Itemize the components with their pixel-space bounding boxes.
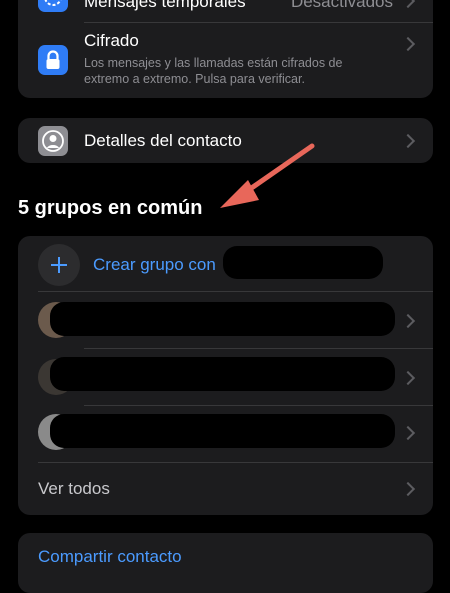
temporary-messages-label: Mensajes temporales	[84, 0, 246, 11]
annotation-arrow-icon	[220, 143, 315, 208]
redacted-group-name	[50, 414, 395, 448]
person-circle-icon	[38, 126, 68, 156]
chevron-right-icon	[400, 36, 416, 52]
redacted-group-name	[50, 357, 395, 391]
encryption-row[interactable]: Cifrado Los mensajes y las llamadas está…	[18, 23, 433, 98]
lock-icon	[38, 45, 68, 75]
chevron-right-icon	[400, 481, 416, 497]
chevron-right-icon	[400, 0, 416, 9]
create-group-label: Crear grupo con	[93, 255, 216, 274]
see-all-row[interactable]: Ver todos	[18, 463, 433, 515]
group-list-item[interactable]	[18, 349, 433, 405]
add-icon	[38, 244, 80, 286]
groups-in-common-heading: 5 grupos en común	[18, 197, 203, 219]
redacted-name	[223, 246, 383, 279]
chevron-right-icon	[400, 425, 416, 441]
temporary-messages-row[interactable]: Mensajes temporales Desactivados	[18, 0, 433, 22]
chevron-right-icon	[400, 370, 416, 386]
timer-icon	[38, 0, 68, 12]
redacted-group-name	[50, 302, 395, 336]
group-list-item[interactable]	[18, 406, 433, 462]
chevron-right-icon	[400, 313, 416, 329]
temporary-messages-value: Desactivados	[290, 0, 393, 11]
encryption-description: Los mensajes y las llamadas están cifrad…	[84, 56, 343, 86]
encryption-title: Cifrado	[84, 31, 139, 50]
chat-settings-card: Mensajes temporales Desactivados Cifrado…	[18, 0, 433, 98]
see-all-label: Ver todos	[38, 479, 110, 498]
common-groups-card: Crear grupo con Ver todos	[18, 236, 433, 515]
group-list-item[interactable]	[18, 292, 433, 348]
share-contact-label: Compartir contacto	[38, 547, 182, 566]
create-group-row[interactable]: Crear grupo con	[18, 236, 433, 291]
share-contact-card[interactable]: Compartir contacto	[18, 533, 433, 593]
chevron-right-icon	[400, 133, 416, 149]
